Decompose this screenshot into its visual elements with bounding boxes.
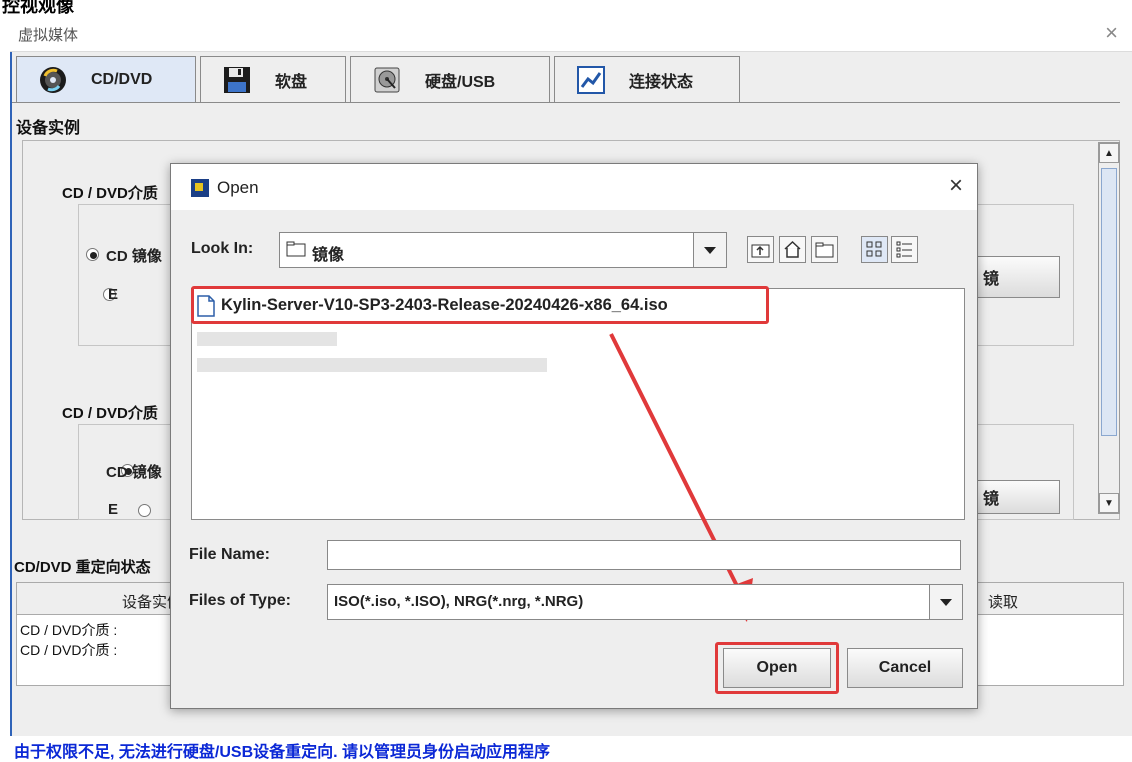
tab-divider: [12, 102, 1120, 103]
open-dialog: Open × Look In: 镜像 Kylin-Server-V10-SP3-…: [170, 163, 978, 709]
highlight-box-open: [715, 642, 839, 694]
window-title: 虚拟媒体: [18, 27, 79, 44]
folder-icon: [286, 241, 306, 257]
file-type-label: Files of Type:: [189, 592, 291, 609]
tab-harddisk-usb[interactable]: 硬盘/USB: [350, 56, 550, 103]
look-in-combo[interactable]: 镜像: [279, 232, 727, 268]
tab-floppy[interactable]: 软盘: [200, 56, 346, 103]
group-title: CD / DVD介质: [62, 185, 158, 202]
home-icon[interactable]: [779, 236, 806, 263]
blurred-file-entry: [197, 358, 547, 372]
new-folder-icon[interactable]: [811, 236, 838, 263]
window-titlebar: 虚拟媒体 ×: [10, 14, 1132, 52]
scroll-down-button[interactable]: ▼: [1099, 493, 1119, 513]
look-in-value: 镜像: [312, 247, 345, 264]
radio-label: CD 镜像: [106, 248, 162, 265]
scroll-up-button[interactable]: ▲: [1099, 143, 1119, 163]
window-close-button[interactable]: ×: [1105, 20, 1118, 46]
table-row: CD / DVD介质 :: [20, 622, 118, 638]
scroll-thumb[interactable]: [1101, 168, 1117, 436]
radio-label: E: [108, 286, 119, 303]
tab-label: 软盘: [275, 74, 308, 91]
file-name-field[interactable]: [327, 540, 961, 570]
radio-label: CD 镜像: [106, 464, 162, 481]
top-partial-heading: 控视观像: [0, 0, 1132, 14]
chart-icon: [577, 66, 605, 94]
tab-cd-dvd[interactable]: CD/DVD: [16, 56, 196, 103]
tab-connection-status[interactable]: 连接状态: [554, 56, 740, 103]
up-folder-icon[interactable]: [747, 236, 774, 263]
tab-label: 硬盘/USB: [425, 74, 496, 91]
details-view-icon[interactable]: [891, 236, 918, 263]
status-message: 由于权限不足, 无法进行硬盘/USB设备重定向. 请以管理员身份启动应用程序: [14, 744, 551, 761]
partial-heading-text: 控视观像: [2, 0, 74, 14]
file-type-combo[interactable]: ISO(*.iso, *.ISO), NRG(*.nrg, *.NRG): [327, 584, 963, 620]
browse-button-label: 镜: [983, 491, 1000, 508]
file-name-label: File Name:: [189, 546, 270, 563]
look-in-dropdown-button[interactable]: [693, 233, 726, 267]
dialog-titlebar: Open ×: [171, 164, 977, 210]
radio-label: E: [108, 501, 119, 518]
file-type-value: ISO(*.iso, *.ISO), NRG(*.nrg, *.NRG): [334, 593, 584, 610]
harddisk-icon: [373, 66, 401, 94]
java-app-icon: [191, 179, 209, 197]
file-type-dropdown-button[interactable]: [929, 585, 962, 619]
col-read: 读取: [988, 594, 1019, 611]
floppy-icon: [223, 66, 251, 94]
dialog-title: Open: [217, 178, 259, 197]
table-row: CD / DVD介质 :: [20, 642, 118, 658]
browse-button-label: 镜: [983, 271, 1000, 288]
look-in-label: Look In:: [191, 240, 254, 257]
tab-label: 连接状态: [629, 74, 694, 91]
dialog-close-button[interactable]: ×: [949, 172, 963, 200]
highlight-box-file: [191, 286, 769, 324]
radio-cd-image[interactable]: [86, 248, 99, 261]
disc-icon: [39, 66, 67, 94]
group-title: CD / DVD介质: [62, 405, 158, 422]
tab-label: CD/DVD: [91, 71, 153, 88]
blurred-file-entry: [197, 332, 337, 346]
list-view-icon[interactable]: [861, 236, 888, 263]
cancel-button[interactable]: Cancel: [847, 648, 963, 688]
instance-heading: 设备实例: [16, 120, 81, 137]
cancel-button-label: Cancel: [878, 659, 932, 676]
redirect-heading: CD/DVD 重定向状态: [14, 559, 151, 576]
status-bar: 由于权限不足, 无法进行硬盘/USB设备重定向. 请以管理员身份启动应用程序: [10, 736, 1132, 761]
